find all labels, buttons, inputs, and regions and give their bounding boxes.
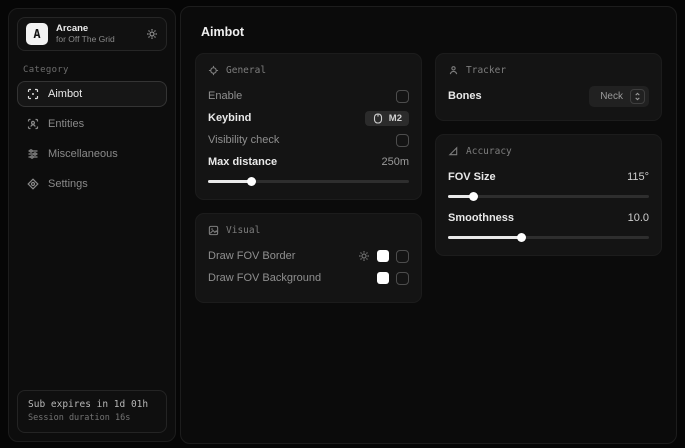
fov-size-slider[interactable] [448, 191, 649, 201]
gear-icon [27, 178, 39, 190]
enable-row: Enable [208, 85, 409, 107]
image-icon [208, 225, 219, 236]
slider-thumb[interactable] [469, 192, 478, 201]
panel-title: Tracker [466, 65, 506, 76]
tracker-panel: Tracker Bones Neck [435, 53, 662, 121]
slider-thumb[interactable] [247, 177, 256, 186]
person-icon [448, 65, 459, 76]
app-header: A Arcane for Off The Grid [17, 17, 167, 51]
crosshair-icon [27, 88, 39, 100]
gear-icon[interactable] [358, 250, 370, 262]
visual-panel: Visual Draw FOV Border [195, 213, 422, 303]
sidebar: A Arcane for Off The Grid Category [8, 8, 176, 442]
sidebar-item-settings[interactable]: Settings [17, 171, 167, 197]
keybind-label: Keybind [208, 112, 251, 124]
slider-thumb[interactable] [517, 233, 526, 242]
keybind-value: M2 [389, 113, 402, 124]
arcane-window: A Arcane for Off The Grid Category [0, 0, 685, 448]
sub-expiry-text: Sub expires in 1d 01h [28, 398, 156, 412]
panel-title: Visual [226, 225, 260, 236]
general-panel: General Enable Keybind [195, 53, 422, 200]
subscription-info: Sub expires in 1d 01h Session duration 1… [17, 390, 167, 433]
sidebar-item-label: Aimbot [48, 88, 82, 100]
fov-size-value: 115° [627, 171, 649, 183]
crosshair-icon [208, 65, 219, 76]
enable-checkbox[interactable] [396, 90, 409, 103]
max-distance-value: 250m [381, 156, 409, 168]
fov-background-row: Draw FOV Background [208, 267, 409, 289]
fov-border-row: Draw FOV Border [208, 245, 409, 267]
max-distance-label: Max distance [208, 156, 277, 168]
sidebar-item-entities[interactable]: Entities [17, 111, 167, 137]
bones-label: Bones [448, 90, 482, 102]
smoothness-value: 10.0 [628, 212, 649, 224]
page-title: Aimbot [201, 25, 663, 39]
fov-background-color-swatch[interactable] [377, 272, 389, 284]
entities-icon [27, 118, 39, 130]
fov-size-row: FOV Size 115° [448, 166, 649, 188]
panel-title: General [226, 65, 266, 76]
app-subtitle: for Off The Grid [56, 35, 138, 45]
fov-background-label: Draw FOV Background [208, 272, 321, 284]
bones-select[interactable]: Neck [589, 86, 649, 107]
app-logo: A [26, 23, 48, 45]
fov-size-label: FOV Size [448, 171, 496, 183]
fov-background-checkbox[interactable] [396, 272, 409, 285]
smoothness-row: Smoothness 10.0 [448, 207, 649, 229]
smoothness-slider[interactable] [448, 232, 649, 242]
sidebar-item-aimbot[interactable]: Aimbot [17, 81, 167, 107]
app-name: Arcane [56, 24, 138, 35]
sidebar-item-label: Entities [48, 118, 84, 130]
sidebar-nav: Aimbot Entities [17, 81, 167, 197]
accuracy-panel: Accuracy FOV Size 115° Smoothness [435, 134, 662, 256]
keybind-button[interactable]: M2 [365, 111, 409, 126]
keybind-row: Keybind M2 [208, 107, 409, 129]
fov-border-checkbox[interactable] [396, 250, 409, 263]
enable-label: Enable [208, 90, 242, 102]
sidebar-item-label: Miscellaneous [48, 148, 118, 160]
sidebar-item-label: Settings [48, 178, 88, 190]
visibility-label: Visibility check [208, 134, 279, 146]
category-label: Category [23, 65, 161, 75]
main-panel: Aimbot General Enable [180, 6, 677, 444]
session-duration-text: Session duration 16s [28, 412, 156, 425]
sliders-icon [27, 148, 39, 160]
panel-title: Accuracy [466, 146, 512, 157]
max-distance-slider[interactable] [208, 176, 409, 186]
max-distance-row: Max distance 250m [208, 151, 409, 173]
smoothness-label: Smoothness [448, 212, 514, 224]
mouse-icon [372, 113, 384, 124]
angle-icon [448, 146, 459, 157]
visibility-row: Visibility check [208, 129, 409, 151]
sidebar-item-miscellaneous[interactable]: Miscellaneous [17, 141, 167, 167]
up-down-arrows-icon [630, 89, 645, 104]
fov-border-label: Draw FOV Border [208, 250, 295, 262]
gear-icon[interactable] [146, 28, 158, 40]
bones-row: Bones Neck [448, 85, 649, 107]
visibility-checkbox[interactable] [396, 134, 409, 147]
bones-selected-value: Neck [600, 91, 623, 102]
fov-border-color-swatch[interactable] [377, 250, 389, 262]
